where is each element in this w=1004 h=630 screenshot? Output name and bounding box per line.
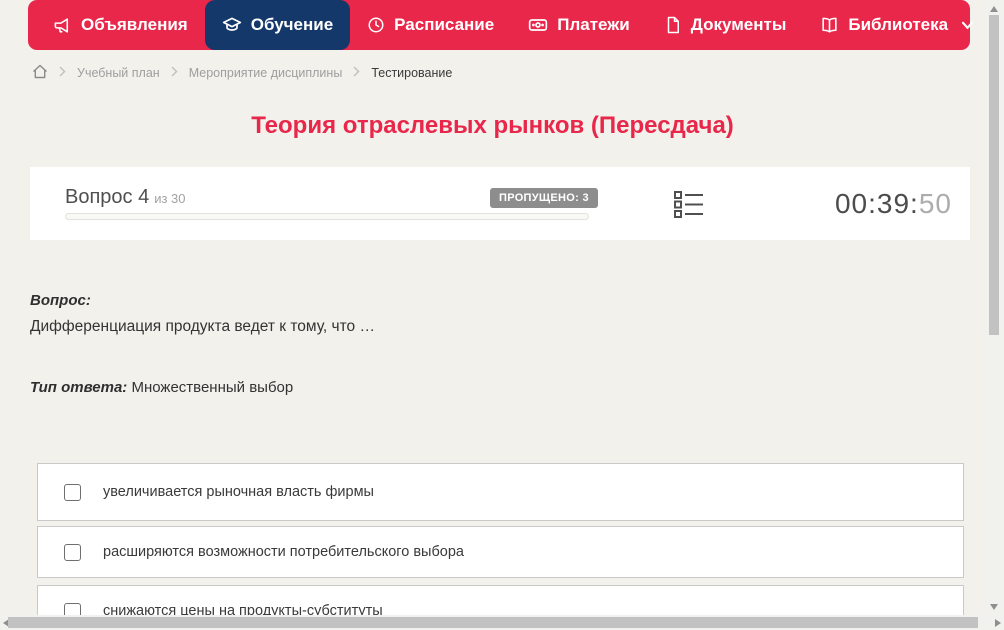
question-number: Вопрос 4 из 30 bbox=[65, 186, 186, 208]
breadcrumb: Учебный план Мероприятие дисциплины Тест… bbox=[32, 63, 452, 83]
horizontal-scrollbar-thumb[interactable] bbox=[8, 617, 978, 628]
vertical-scrollbar bbox=[985, 0, 1004, 630]
question-panel: Вопрос 4 из 30 ПРОПУЩЕНО: 3 00:39:50 bbox=[30, 167, 970, 240]
question-list-button[interactable] bbox=[674, 191, 704, 218]
answer-type-label: Тип ответа: bbox=[30, 379, 128, 396]
main-nav: Объявления Обучение Расписание Платежи Д… bbox=[28, 0, 974, 50]
nav-tab-label: Объявления bbox=[81, 15, 188, 34]
horizontal-scrollbar bbox=[0, 615, 1004, 630]
nav-tab-payments[interactable]: Платежи bbox=[511, 0, 647, 50]
nav-tab-label: Библиотека bbox=[848, 15, 949, 34]
nav-tab-label: Документы bbox=[690, 15, 787, 34]
answer-option[interactable]: увеличивается рыночная власть фирмы bbox=[37, 463, 964, 521]
megaphone-icon bbox=[53, 16, 72, 35]
timer-main: 00:39: bbox=[834, 188, 919, 219]
chevron-right-icon bbox=[59, 66, 66, 80]
question-label: Вопрос: bbox=[30, 292, 91, 309]
nav-tab-label: Обучение bbox=[250, 15, 334, 34]
timer: 00:39:50 bbox=[835, 188, 952, 220]
scroll-right-arrow[interactable] bbox=[995, 619, 1001, 627]
scroll-down-arrow[interactable] bbox=[990, 604, 998, 610]
question-total: из 30 bbox=[154, 191, 186, 206]
graduation-cap-icon bbox=[222, 15, 242, 35]
option-label: увеличивается рыночная власть фирмы bbox=[103, 484, 374, 500]
option-checkbox[interactable] bbox=[64, 483, 81, 501]
vertical-scrollbar-thumb[interactable] bbox=[989, 15, 999, 335]
nav-tab-schedule[interactable]: Расписание bbox=[350, 0, 511, 50]
chevron-right-icon bbox=[171, 66, 178, 80]
answer-type-row: Тип ответа: Множественный выбор bbox=[30, 379, 293, 396]
book-icon bbox=[820, 16, 839, 35]
nav-tab-learning[interactable]: Обучение bbox=[204, 0, 351, 50]
breadcrumb-curriculum[interactable]: Учебный план bbox=[77, 66, 160, 80]
timer-seconds: 50 bbox=[918, 188, 952, 219]
nav-tab-label: Платежи bbox=[557, 15, 630, 34]
breadcrumb-testing: Тестирование bbox=[371, 66, 453, 80]
money-icon bbox=[528, 15, 548, 35]
nav-tab-library[interactable]: Библиотека bbox=[803, 0, 991, 50]
chevron-down-icon bbox=[961, 21, 974, 30]
nav-tab-label: Расписание bbox=[394, 15, 495, 34]
option-label: расширяются возможности потребительского… bbox=[103, 544, 464, 560]
progress-bar bbox=[65, 213, 589, 220]
clock-icon bbox=[367, 16, 385, 34]
chevron-right-icon bbox=[353, 66, 360, 80]
breadcrumb-discipline-event[interactable]: Мероприятие дисциплины bbox=[189, 66, 343, 80]
answer-type-value: Множественный выбор bbox=[131, 379, 294, 396]
skipped-badge: ПРОПУЩЕНО: 3 bbox=[490, 188, 598, 208]
scroll-up-arrow[interactable] bbox=[990, 6, 998, 12]
document-icon bbox=[664, 16, 682, 34]
answer-option[interactable]: расширяются возможности потребительского… bbox=[37, 526, 964, 578]
question-text: Дифференциация продукта ведет к тому, чт… bbox=[30, 318, 375, 335]
nav-tab-announcements[interactable]: Объявления bbox=[36, 0, 205, 50]
home-icon[interactable] bbox=[32, 64, 48, 82]
page-title: Теория отраслевых рынков (Пересдача) bbox=[251, 112, 734, 139]
option-checkbox[interactable] bbox=[64, 543, 81, 561]
nav-tab-documents[interactable]: Документы bbox=[647, 0, 804, 50]
